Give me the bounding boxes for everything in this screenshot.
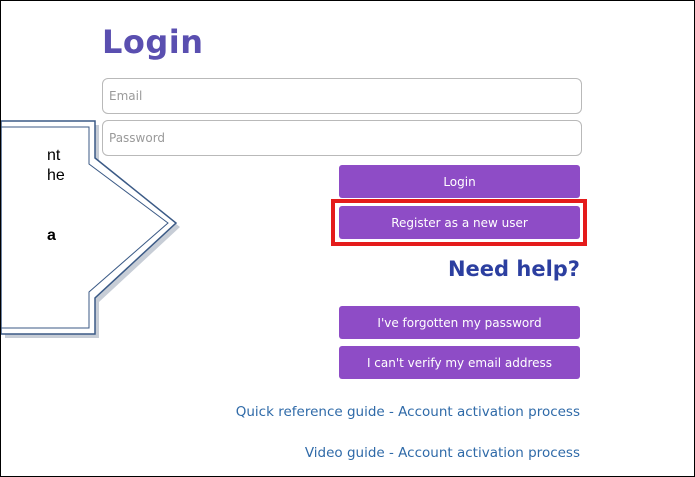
callout-arrow-shape [1,120,180,338]
callout-text-line2: he [47,167,65,184]
page-frame: Login Login Register as a new user Need … [0,0,695,477]
callout-text-line3: a [47,227,56,244]
callout-text-line1: nt [47,147,61,164]
